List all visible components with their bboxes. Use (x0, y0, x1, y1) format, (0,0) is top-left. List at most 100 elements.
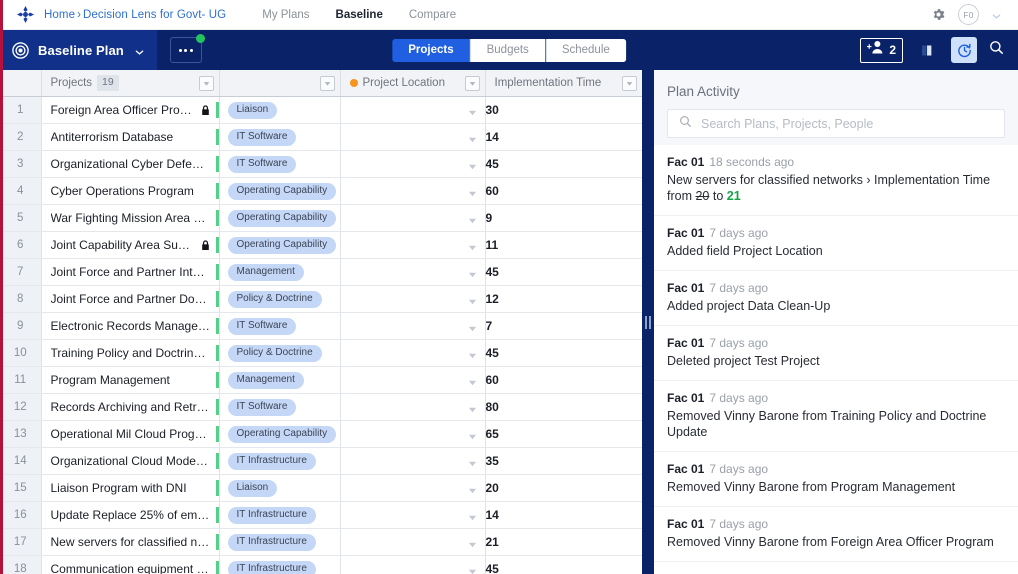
table-row[interactable]: 8 Joint Force and Partner Doctrin... Polic… (0, 285, 642, 313)
activity-item[interactable]: Fac 01 7 days ago Added project Data Clean… (654, 271, 1018, 327)
project-tag-cell[interactable]: IT Infrastructure (219, 501, 341, 529)
filter-icon[interactable] (319, 75, 335, 91)
chevron-down-icon[interactable] (468, 538, 477, 547)
plan-selector[interactable]: Baseline Plan (0, 30, 157, 70)
project-name-cell[interactable]: Program Management (41, 366, 220, 394)
project-tag-cell[interactable]: Operating Capability (219, 420, 341, 448)
project-location-cell[interactable] (340, 555, 486, 574)
decision-lens-logo-icon[interactable] (16, 5, 35, 24)
implementation-time-cell[interactable]: 7 (485, 312, 642, 340)
implementation-time-cell[interactable]: 80 (485, 393, 642, 421)
project-tag-cell[interactable]: Management (219, 258, 341, 286)
project-location-cell[interactable] (340, 231, 486, 259)
nav-my-plans[interactable]: My Plans (262, 9, 309, 21)
chevron-down-icon[interactable] (468, 322, 477, 331)
project-location-cell[interactable] (340, 177, 486, 205)
activity-item[interactable]: Fac 01 7 days ago Added field Project Loca… (654, 216, 1018, 272)
breadcrumb-home[interactable]: Home (44, 9, 75, 21)
filter-icon[interactable] (464, 75, 480, 91)
project-tag-cell[interactable]: Operating Capability (219, 204, 341, 232)
chevron-down-icon[interactable] (468, 403, 477, 412)
project-location-cell[interactable] (340, 312, 486, 340)
project-location-cell[interactable] (340, 474, 486, 502)
project-tag-cell[interactable]: IT Software (219, 123, 341, 151)
project-tag-cell[interactable]: Operating Capability (219, 231, 341, 259)
project-location-cell[interactable] (340, 258, 486, 286)
project-location-cell[interactable] (340, 420, 486, 448)
table-row[interactable]: 6 Joint Capability Area Support Operating … (0, 231, 642, 259)
column-header-project-location[interactable]: Project Location (340, 70, 486, 97)
project-tag-cell[interactable]: Liaison (219, 474, 341, 502)
column-header-projects[interactable]: Projects 19 (41, 70, 220, 97)
implementation-time-cell[interactable]: 11 (485, 231, 642, 259)
implementation-time-cell[interactable]: 65 (485, 420, 642, 448)
implementation-time-cell[interactable]: 45 (485, 150, 642, 178)
chevron-down-icon[interactable] (468, 430, 477, 439)
project-location-cell[interactable] (340, 204, 486, 232)
table-row[interactable]: 3 Organizational Cyber Defense IT Software… (0, 150, 642, 178)
table-row[interactable]: 1 Foreign Area Officer Program Liaison 30 (0, 96, 642, 124)
table-row[interactable]: 5 War Fighting Mission Area Supp... Operat… (0, 204, 642, 232)
chevron-down-icon[interactable] (468, 241, 477, 250)
pane-splitter-handle[interactable] (642, 70, 654, 574)
project-tag-cell[interactable]: Liaison (219, 96, 341, 124)
column-header-implementation-time[interactable]: Implementation Time (485, 70, 642, 97)
nav-baseline[interactable]: Baseline (336, 9, 383, 21)
project-name-cell[interactable]: Electronic Records Managemen... (41, 312, 220, 340)
implementation-time-cell[interactable]: 30 (485, 96, 642, 124)
project-location-cell[interactable] (340, 150, 486, 178)
activity-item[interactable]: Fac 017 days agoRemoved Vinny Barone fro… (654, 507, 1018, 563)
project-tag-cell[interactable]: IT Software (219, 312, 341, 340)
table-row[interactable]: 4 Cyber Operations Program Operating Capab… (0, 177, 642, 205)
tab-projects[interactable]: Projects (392, 38, 470, 62)
table-row[interactable]: 9 Electronic Records Managemen... IT Softw… (0, 312, 642, 340)
project-tag-cell[interactable]: IT Software (219, 150, 341, 178)
search-icon[interactable] (988, 39, 1005, 61)
project-tag-cell[interactable]: Policy & Doctrine (219, 339, 341, 367)
project-location-cell[interactable] (340, 123, 486, 151)
plan-more-options-button[interactable] (169, 34, 205, 63)
table-row[interactable]: 15 Liaison Program with DNI Liaison 20 (0, 474, 642, 502)
table-row[interactable]: 7 Joint Force and Partner Interop... Manag… (0, 258, 642, 286)
chevron-down-icon[interactable] (468, 187, 477, 196)
project-location-cell[interactable] (340, 285, 486, 313)
project-tag-cell[interactable]: IT Software (219, 393, 341, 421)
implementation-time-cell[interactable]: 60 (485, 366, 642, 394)
chevron-down-icon[interactable] (468, 511, 477, 520)
project-tag-cell[interactable]: Operating Capability (219, 177, 341, 205)
project-name-cell[interactable]: Organizational Cyber Defense (41, 150, 220, 178)
table-row[interactable]: 13 Operational Mil Cloud Program Operating… (0, 420, 642, 448)
activity-item[interactable]: Fac 017 days agoRemoved Vinny Barone fro… (654, 562, 1018, 574)
project-tag-cell[interactable]: IT Infrastructure (219, 528, 341, 556)
chevron-down-icon[interactable] (468, 160, 477, 169)
project-name-cell[interactable]: Liaison Program with DNI (41, 474, 220, 502)
chevron-down-icon[interactable] (468, 106, 477, 115)
chevron-down-icon[interactable] (468, 376, 477, 385)
project-location-cell[interactable] (340, 528, 486, 556)
project-name-cell[interactable]: Foreign Area Officer Program (41, 96, 220, 124)
add-user-button[interactable]: 2 (860, 37, 903, 63)
project-location-cell[interactable] (340, 393, 486, 421)
chevron-down-icon[interactable] (468, 565, 477, 574)
implementation-time-cell[interactable]: 45 (485, 555, 642, 574)
activity-item[interactable]: Fac 01 18 seconds ago New servers for clas… (654, 145, 1018, 217)
avatar[interactable]: F0 (958, 4, 979, 25)
activity-item[interactable]: Fac 017 days agoRemoved Vinny Barone fro… (654, 452, 1018, 508)
project-location-cell[interactable] (340, 96, 486, 124)
tab-schedule[interactable]: Schedule (544, 38, 626, 62)
history-refresh-icon[interactable] (951, 37, 977, 63)
chevron-down-icon[interactable] (468, 214, 477, 223)
project-location-cell[interactable] (340, 339, 486, 367)
project-name-cell[interactable]: Communication equipment refr... (41, 555, 220, 574)
implementation-time-cell[interactable]: 14 (485, 123, 642, 151)
implementation-time-cell[interactable]: 45 (485, 339, 642, 367)
project-location-cell[interactable] (340, 447, 486, 475)
gear-icon[interactable] (931, 7, 946, 22)
activity-item[interactable]: Fac 01 7 days ago Deleted project Test Pro… (654, 326, 1018, 382)
table-row[interactable]: 11 Program Management Management 60 (0, 366, 642, 394)
project-name-cell[interactable]: Joint Force and Partner Doctrin... (41, 285, 220, 313)
table-row[interactable]: 12 Records Archiving and Retrieval... IT S… (0, 393, 642, 421)
nav-compare[interactable]: Compare (409, 9, 456, 21)
project-location-cell[interactable] (340, 501, 486, 529)
project-name-cell[interactable]: Records Archiving and Retrieval... (41, 393, 220, 421)
